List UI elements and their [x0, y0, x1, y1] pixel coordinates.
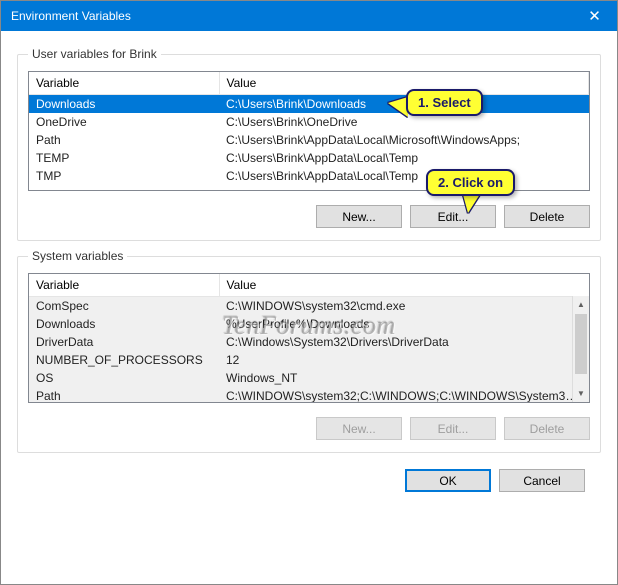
column-header-value[interactable]: Value: [219, 274, 589, 296]
cell-value: C:\WINDOWS\system32\cmd.exe: [219, 296, 589, 315]
window-title: Environment Variables: [11, 9, 131, 23]
annotation-select: 1. Select: [406, 89, 483, 116]
table-row[interactable]: OS Windows_NT: [29, 369, 589, 387]
user-delete-button[interactable]: Delete: [504, 205, 590, 228]
titlebar: Environment Variables ✕: [1, 1, 617, 31]
cell-value: C:\WINDOWS\system32;C:\WINDOWS;C:\WINDOW…: [219, 387, 589, 404]
table-row[interactable]: Path C:\Users\Brink\AppData\Local\Micros…: [29, 131, 589, 149]
cell-variable: OneDrive: [29, 113, 219, 131]
cell-variable: Path: [29, 387, 219, 404]
cell-variable: NUMBER_OF_PROCESSORS: [29, 351, 219, 369]
cell-value: C:\Users\Brink\AppData\Local\Microsoft\W…: [219, 131, 589, 149]
system-variables-legend: System variables: [28, 249, 127, 263]
cell-variable: Downloads: [29, 94, 219, 113]
cell-value: C:\Users\Brink\AppData\Local\Temp: [219, 149, 589, 167]
column-header-variable[interactable]: Variable: [29, 274, 219, 296]
user-new-button[interactable]: New...: [316, 205, 402, 228]
close-icon: ✕: [588, 7, 601, 25]
dialog-buttons-row: OK Cancel: [17, 461, 601, 492]
cell-variable: DriverData: [29, 333, 219, 351]
table-row[interactable]: ComSpec C:\WINDOWS\system32\cmd.exe: [29, 296, 589, 315]
annotation-select-tail: [388, 97, 408, 117]
table-row[interactable]: TEMP C:\Users\Brink\AppData\Local\Temp: [29, 149, 589, 167]
cell-value: %UserProfile%\Downloads: [219, 315, 589, 333]
system-edit-button: Edit...: [410, 417, 496, 440]
scroll-down-icon[interactable]: ▼: [573, 385, 589, 402]
system-buttons-row: New... Edit... Delete: [28, 417, 590, 440]
dialog-content: User variables for Brink Variable Value …: [1, 31, 617, 506]
cell-value: C:\Users\Brink\AppData\Local\Temp: [219, 167, 589, 185]
cell-variable: ComSpec: [29, 296, 219, 315]
cancel-button[interactable]: Cancel: [499, 469, 585, 492]
cell-variable: OS: [29, 369, 219, 387]
annotation-clickon: 2. Click on: [426, 169, 515, 196]
table-row[interactable]: NUMBER_OF_PROCESSORS 12: [29, 351, 589, 369]
cell-variable: TMP: [29, 167, 219, 185]
system-variables-table[interactable]: Variable Value ComSpec C:\WINDOWS\system…: [28, 273, 590, 403]
close-button[interactable]: ✕: [572, 1, 617, 31]
scroll-thumb[interactable]: [575, 314, 587, 374]
table-row[interactable]: OneDrive C:\Users\Brink\OneDrive: [29, 113, 589, 131]
user-variables-group: User variables for Brink Variable Value …: [17, 47, 601, 241]
cell-variable: Downloads: [29, 315, 219, 333]
scrollbar[interactable]: ▲ ▼: [572, 296, 589, 402]
cell-value: 12: [219, 351, 589, 369]
cell-value: C:\Windows\System32\Drivers\DriverData: [219, 333, 589, 351]
system-delete-button: Delete: [504, 417, 590, 440]
cell-value: Windows_NT: [219, 369, 589, 387]
scroll-up-icon[interactable]: ▲: [573, 296, 589, 313]
column-header-value[interactable]: Value: [219, 72, 589, 94]
table-row[interactable]: Downloads %UserProfile%\Downloads: [29, 315, 589, 333]
table-row[interactable]: Path C:\WINDOWS\system32;C:\WINDOWS;C:\W…: [29, 387, 589, 404]
column-header-variable[interactable]: Variable: [29, 72, 219, 94]
system-variables-group: System variables Variable Value ComSpec …: [17, 249, 601, 453]
user-edit-button[interactable]: Edit...: [410, 205, 496, 228]
table-row[interactable]: Downloads C:\Users\Brink\Downloads: [29, 94, 589, 113]
ok-button[interactable]: OK: [405, 469, 491, 492]
user-buttons-row: New... Edit... Delete: [28, 205, 590, 228]
cell-variable: TEMP: [29, 149, 219, 167]
cell-variable: Path: [29, 131, 219, 149]
system-new-button: New...: [316, 417, 402, 440]
user-variables-legend: User variables for Brink: [28, 47, 161, 61]
table-row[interactable]: DriverData C:\Windows\System32\Drivers\D…: [29, 333, 589, 351]
